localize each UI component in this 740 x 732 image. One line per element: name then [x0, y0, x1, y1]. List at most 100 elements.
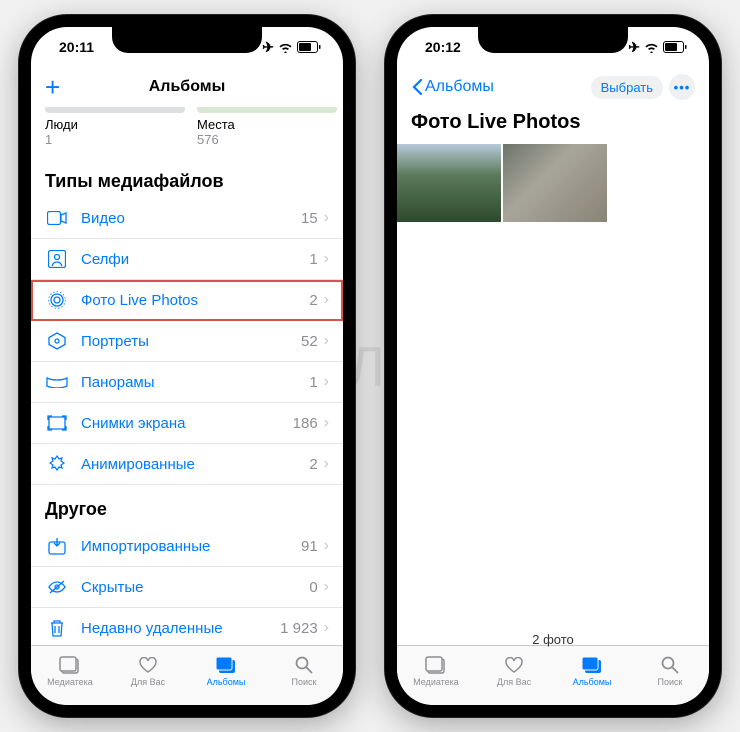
chevron-right-icon: › [324, 373, 329, 391]
row-count: 1 [309, 251, 317, 268]
add-button[interactable]: + [45, 72, 60, 103]
airplane-icon: ✈ [262, 39, 274, 56]
row-label: Недавно удаленные [81, 620, 280, 637]
search-icon [292, 655, 316, 675]
chevron-right-icon: › [324, 291, 329, 309]
video-icon [45, 208, 69, 228]
row-live-photos[interactable]: Фото Live Photos 2 › [31, 280, 343, 321]
row-count: 2 [309, 456, 317, 473]
tab-bar: Медиатека Для Вас Альбомы Поиск [397, 645, 709, 705]
chevron-right-icon: › [324, 537, 329, 555]
albums-icon [214, 655, 238, 675]
tab-label: Медиатека [413, 677, 459, 687]
tab-bar: Медиатека Для Вас Альбомы Поиск [31, 645, 343, 705]
panorama-icon [45, 372, 69, 392]
tab-foryou[interactable]: Для Вас [109, 646, 187, 695]
album-people[interactable]: Люди 1 [45, 107, 185, 147]
row-portraits[interactable]: Портреты 52 › [31, 321, 343, 362]
airplane-icon: ✈ [628, 39, 640, 56]
tab-label: Поиск [658, 677, 683, 687]
status-time: 20:12 [425, 39, 461, 55]
row-label: Фото Live Photos [81, 292, 309, 309]
hidden-icon [45, 577, 69, 597]
import-icon [45, 536, 69, 556]
tab-label: Поиск [292, 677, 317, 687]
row-video[interactable]: Видео 15 › [31, 198, 343, 239]
trash-icon [45, 618, 69, 638]
foryou-icon [502, 655, 526, 675]
row-screenshots[interactable]: Снимки экрана 186 › [31, 403, 343, 444]
row-count: 0 [309, 579, 317, 596]
section-other-title: Другое [31, 485, 343, 526]
section-media-title: Типы медиафайлов [31, 157, 343, 198]
wifi-icon [644, 42, 659, 53]
row-label: Панорамы [81, 374, 309, 391]
albums-icon [580, 655, 604, 675]
notch [478, 27, 628, 53]
tab-albums[interactable]: Альбомы [187, 646, 265, 695]
tab-albums[interactable]: Альбомы [553, 646, 631, 695]
row-label: Портреты [81, 333, 301, 350]
selfie-icon [45, 249, 69, 269]
tab-label: Для Вас [497, 677, 531, 687]
back-button[interactable]: Альбомы [411, 78, 494, 96]
tab-library[interactable]: Медиатека [31, 646, 109, 695]
photo-thumbnail[interactable] [397, 144, 501, 222]
tab-library[interactable]: Медиатека [397, 646, 475, 695]
row-count: 1 [309, 374, 317, 391]
chevron-right-icon: › [324, 578, 329, 596]
row-count: 1 923 [280, 620, 318, 637]
row-count: 52 [301, 333, 318, 350]
tab-label: Для Вас [131, 677, 165, 687]
foryou-icon [136, 655, 160, 675]
page-title: Фото Live Photos [397, 107, 709, 144]
row-label: Селфи [81, 251, 309, 268]
chevron-right-icon: › [324, 455, 329, 473]
select-button[interactable]: Выбрать [591, 76, 663, 99]
tab-search[interactable]: Поиск [631, 646, 709, 695]
row-label: Скрытые [81, 579, 309, 596]
screenshot-icon [45, 413, 69, 433]
row-count: 186 [293, 415, 318, 432]
album-label: Места [197, 117, 337, 132]
photo-thumbnail[interactable] [503, 144, 607, 222]
row-imported[interactable]: Импортированные 91 › [31, 526, 343, 567]
row-panoramas[interactable]: Панорамы 1 › [31, 362, 343, 403]
chevron-right-icon: › [324, 414, 329, 432]
row-hidden[interactable]: Скрытые 0 › [31, 567, 343, 608]
library-icon [58, 655, 82, 675]
chevron-right-icon: › [324, 619, 329, 637]
chevron-right-icon: › [324, 250, 329, 268]
row-count: 91 [301, 538, 318, 555]
wifi-icon [278, 42, 293, 53]
nav-title: Альбомы [31, 78, 343, 96]
animated-icon [45, 454, 69, 474]
phone-frame-left: 20:11 ✈ + Альбомы Люди 1 Места 5 [19, 15, 355, 717]
chevron-right-icon: › [324, 332, 329, 350]
phone-frame-right: 20:12 ✈ Альбомы Выбрать ••• Фото Live Ph… [385, 15, 721, 717]
back-label: Альбомы [425, 78, 494, 96]
more-button[interactable]: ••• [669, 74, 695, 100]
library-icon [424, 655, 448, 675]
row-label: Импортированные [81, 538, 301, 555]
notch [112, 27, 262, 53]
battery-icon [297, 41, 321, 53]
row-deleted[interactable]: Недавно удаленные 1 923 › [31, 608, 343, 645]
row-count: 15 [301, 210, 318, 227]
row-label: Анимированные [81, 456, 309, 473]
chevron-right-icon: › [324, 209, 329, 227]
row-count: 2 [309, 292, 317, 309]
album-count: 1 [45, 132, 185, 147]
row-animated[interactable]: Анимированные 2 › [31, 444, 343, 485]
tab-search[interactable]: Поиск [265, 646, 343, 695]
livephoto-icon [45, 290, 69, 310]
tab-foryou[interactable]: Для Вас [475, 646, 553, 695]
tab-label: Медиатека [47, 677, 93, 687]
album-label: Люди [45, 117, 185, 132]
footer-count: 2 фото [397, 632, 709, 647]
row-label: Видео [81, 210, 301, 227]
portrait-icon [45, 331, 69, 351]
album-places[interactable]: Места 576 [197, 107, 337, 147]
row-label: Снимки экрана [81, 415, 293, 432]
row-selfie[interactable]: Селфи 1 › [31, 239, 343, 280]
